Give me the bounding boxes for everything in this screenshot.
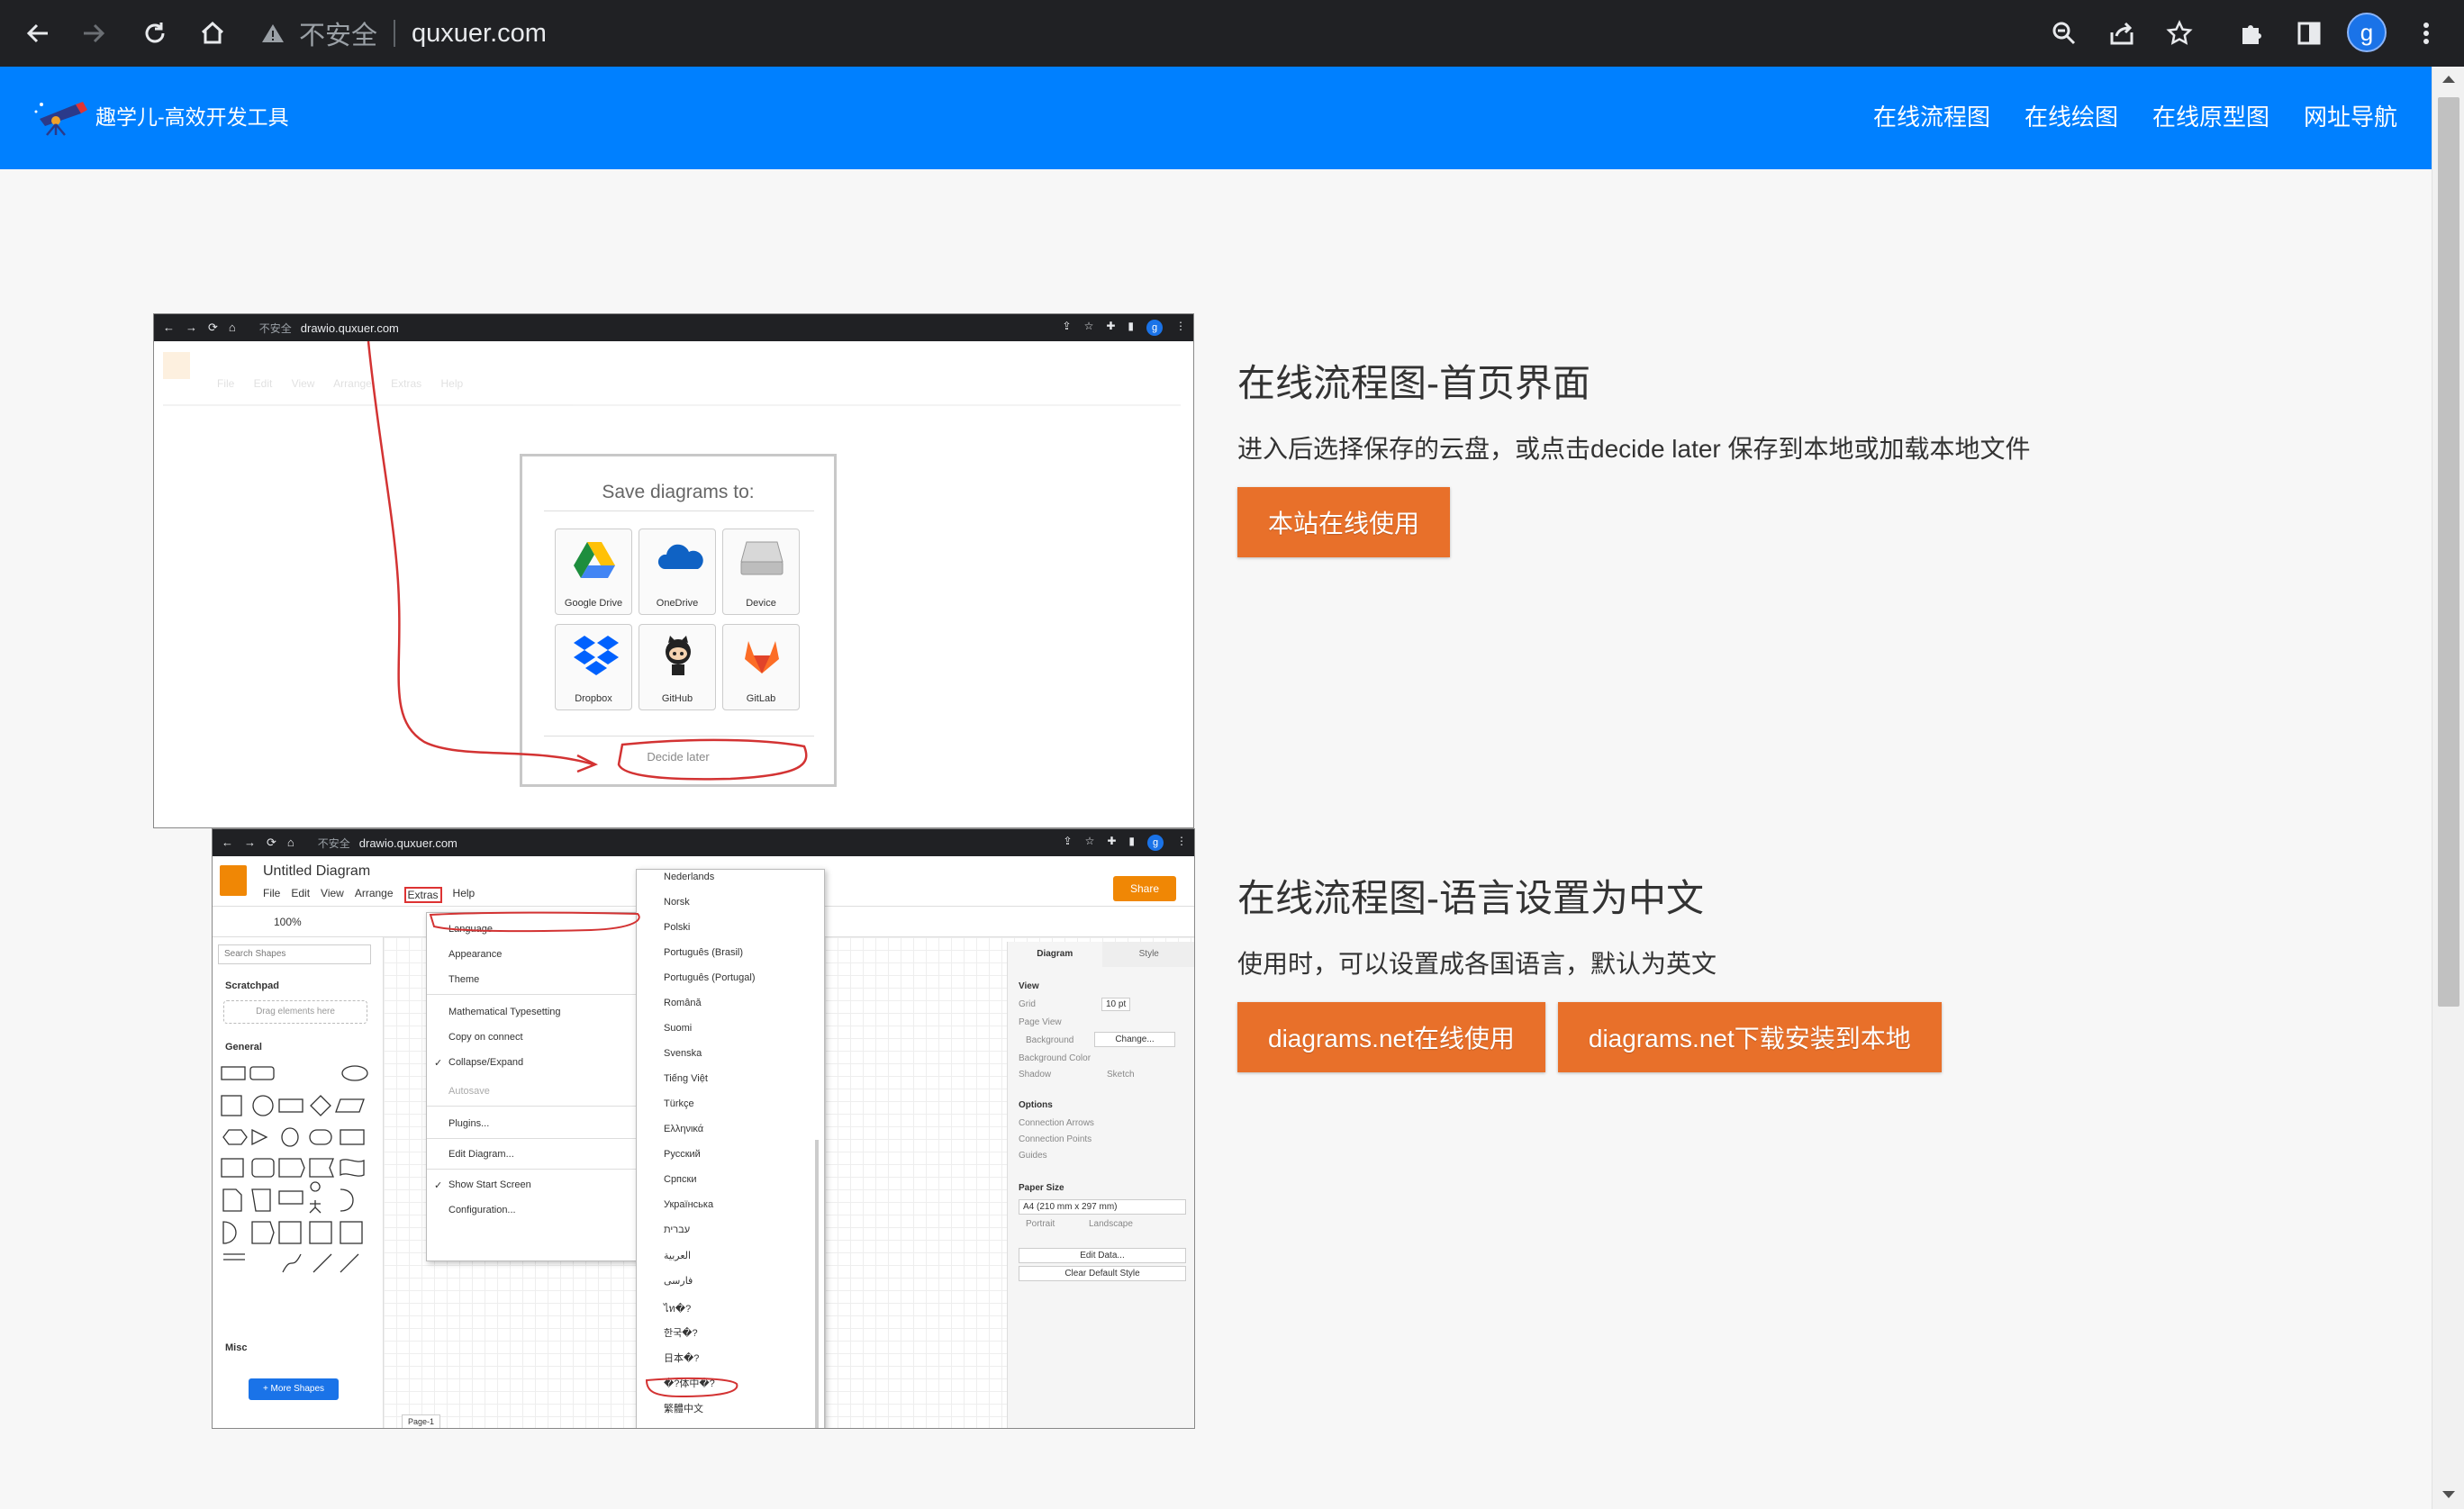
main-nav: 在线流程图 在线绘图 在线原型图 网址导航	[1839, 99, 2397, 132]
browser-menu-button[interactable]	[2408, 15, 2444, 51]
site-logo[interactable]: 趣学儿-高效开发工具	[32, 94, 289, 137]
share-icon	[2110, 22, 2133, 45]
nav-online-prototype[interactable]: 在线原型图	[2152, 99, 2269, 132]
feature-homepage: 在线流程图-首页界面 进入后选择保存的云盘，或点击decide later 保存…	[1237, 353, 2031, 557]
forward-arrow-icon	[84, 23, 105, 43]
red-annotation	[429, 911, 738, 1398]
red-annotation	[367, 340, 808, 781]
side-panel-button[interactable]	[2291, 15, 2327, 51]
zoom-button[interactable]	[2046, 15, 2082, 51]
address-bar[interactable]: 不安全 quxuer.com	[261, 11, 2017, 56]
url-text: quxuer.com	[412, 18, 547, 48]
screenshot-language-menu: ←→⟳⌂ 不安全 drawio.quxuer.com ⇪ ☆ ✚ ▮ g ⋮ U…	[212, 828, 1195, 1429]
back-arrow-icon	[26, 23, 48, 43]
home-button[interactable]	[195, 15, 231, 51]
diagrams-download-button[interactable]: diagrams.net下载安装到本地	[1557, 1002, 1942, 1072]
reload-button[interactable]	[137, 15, 173, 51]
telescope-logo-icon	[34, 102, 87, 136]
warning-icon	[262, 24, 284, 42]
page-scrollbar[interactable]	[2432, 67, 2464, 1509]
home-icon	[201, 21, 224, 44]
feature-language: 在线流程图-语言设置为中文 使用时，可以设置成各国语言，默认为英文 diagra…	[1237, 868, 1954, 1072]
feature-description: 进入后选择保存的云盘，或点击decide later 保存到本地或加载本地文件	[1237, 435, 2031, 463]
side-panel-icon	[2297, 22, 2321, 45]
zoom-icon	[2052, 22, 2076, 45]
extensions-button[interactable]	[2233, 15, 2269, 51]
site-logo-text: 趣学儿-高效开发工具	[95, 105, 289, 129]
diagrams-online-button[interactable]: diagrams.net在线使用	[1237, 1002, 1545, 1072]
puzzle-icon	[2242, 25, 2261, 44]
more-vert-icon	[2423, 23, 2429, 44]
reload-icon	[145, 23, 165, 43]
back-button[interactable]	[20, 15, 56, 51]
forward-button[interactable]	[76, 15, 112, 51]
insecure-label: 不安全	[299, 22, 378, 50]
profile-avatar[interactable]: g	[2347, 13, 2387, 52]
scroll-up-arrow-icon[interactable]	[2442, 76, 2455, 83]
share-button[interactable]	[2104, 15, 2140, 51]
scroll-thumb[interactable]	[2438, 97, 2459, 1007]
feature-title: 在线流程图-首页界面	[1237, 362, 1590, 404]
address-separator	[394, 20, 396, 47]
feature-title: 在线流程图-语言设置为中文	[1237, 877, 1704, 919]
site-header: 趣学儿-高效开发工具 在线流程图 在线绘图 在线原型图 网址导航	[0, 67, 2432, 169]
browser-toolbar: 不安全 quxuer.com g	[0, 0, 2464, 67]
use-online-button[interactable]: 本站在线使用	[1237, 487, 1451, 557]
nav-online-drawing[interactable]: 在线绘图	[2025, 99, 2118, 132]
star-icon	[2166, 20, 2193, 45]
nav-url-directory[interactable]: 网址导航	[2304, 99, 2397, 132]
screenshot-save-dialog: ←→⟳⌂ 不安全 drawio.quxuer.com ⇪ ☆ ✚ ▮ g ⋮ F…	[153, 313, 1194, 828]
nav-online-flowchart[interactable]: 在线流程图	[1873, 99, 1990, 132]
feature-description: 使用时，可以设置成各国语言，默认为英文	[1237, 950, 1717, 978]
scroll-down-arrow-icon[interactable]	[2442, 1491, 2455, 1498]
bookmark-button[interactable]	[2161, 15, 2197, 51]
